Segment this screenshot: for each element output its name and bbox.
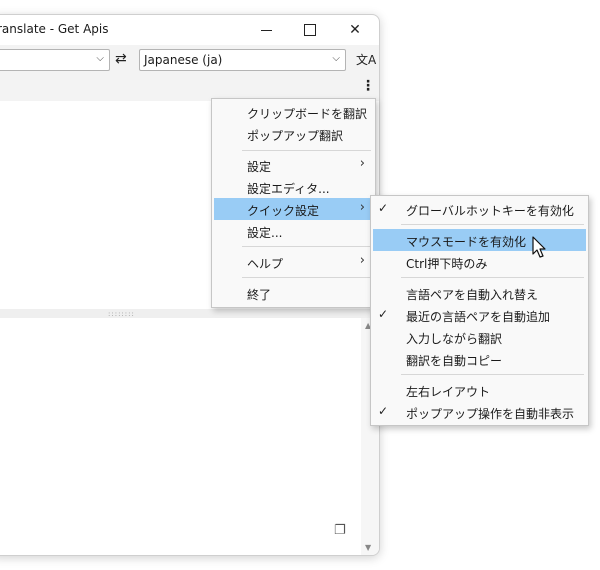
mouse-pointer-icon: [532, 236, 546, 258]
minimize-button[interactable]: [244, 17, 288, 43]
menu-item-exit[interactable]: 終了: [214, 282, 373, 304]
menu-item-mouse-mode[interactable]: マウスモードを有効化: [373, 229, 586, 251]
menu-item-label: 設定...: [247, 226, 283, 240]
translation-text-area[interactable]: [0, 318, 361, 555]
menu-separator: [242, 246, 371, 247]
maximize-button[interactable]: [288, 17, 332, 43]
more-options-icon[interactable]: ⋮: [361, 78, 375, 94]
main-menu: クリップボードを翻訳 ポップアップ翻訳 設定 › 設定エディタ... クイック設…: [211, 98, 376, 308]
check-icon: ✓: [378, 307, 389, 321]
submenu-arrow-icon: ›: [359, 200, 365, 215]
menu-item-label: 終了: [247, 288, 272, 302]
menu-item-settings-editor[interactable]: 設定エディタ...: [214, 176, 373, 198]
menu-item-preferences[interactable]: 設定...: [214, 220, 373, 242]
menu-item-label: ヘルプ: [247, 257, 284, 271]
menu-separator: [401, 374, 584, 375]
menu-item-label: ポップアップ操作を自動非表示: [406, 407, 575, 421]
menu-separator: [401, 277, 584, 278]
menu-item-translate-clipboard[interactable]: クリップボードを翻訳: [214, 101, 373, 123]
menu-item-auto-add-recent-pair[interactable]: ✓ 最近の言語ペアを自動追加: [373, 304, 586, 326]
swap-languages-icon[interactable]: ⇄: [115, 51, 127, 67]
menu-item-label: 翻訳を自動コピー: [406, 354, 503, 368]
menu-item-label: クリップボードを翻訳: [247, 107, 368, 121]
source-language-select[interactable]: ⌵: [0, 49, 110, 71]
menu-item-label: 左右レイアウト: [406, 385, 491, 399]
title-bar[interactable]: ranslate - Get Apis ✕: [0, 15, 379, 45]
close-button[interactable]: ✕: [333, 17, 377, 43]
quick-settings-menu: ✓ グローバルホットキーを有効化 マウスモードを有効化 Ctrl押下時のみ 言語…: [370, 195, 589, 426]
menu-item-label: 入力しながら翻訳: [406, 332, 503, 346]
menu-item-auto-copy[interactable]: 翻訳を自動コピー: [373, 348, 586, 370]
menu-item-settings[interactable]: 設定 ›: [214, 154, 373, 176]
menu-item-label: クイック設定: [247, 204, 320, 218]
check-icon: ✓: [378, 404, 389, 418]
target-language-select[interactable]: Japanese (ja) ⌵: [139, 49, 346, 71]
menu-item-auto-swap-pair[interactable]: 言語ペアを自動入れ替え: [373, 282, 586, 304]
menu-item-label: 最近の言語ペアを自動追加: [406, 310, 551, 324]
maximize-icon: [304, 24, 316, 36]
pane-splitter[interactable]: ::::::::: [0, 309, 379, 318]
menu-item-help[interactable]: ヘルプ ›: [214, 251, 373, 273]
menu-separator: [242, 277, 371, 278]
menu-separator: [401, 224, 584, 225]
menu-item-side-by-side-layout[interactable]: 左右レイアウト: [373, 379, 586, 401]
menu-item-label: ポップアップ翻訳: [247, 129, 344, 143]
minimize-icon: [260, 29, 272, 31]
copy-icon[interactable]: ❐: [334, 523, 346, 538]
submenu-arrow-icon: ›: [359, 253, 365, 268]
menu-item-translate-while-typing[interactable]: 入力しながら翻訳: [373, 326, 586, 348]
menu-item-label: Ctrl押下時のみ: [406, 257, 488, 271]
menu-item-auto-hide-popup[interactable]: ✓ ポップアップ操作を自動非表示: [373, 401, 586, 423]
check-icon: ✓: [378, 201, 389, 215]
menu-item-label: 設定: [247, 160, 272, 174]
translate-icon[interactable]: 文A: [356, 51, 376, 68]
chevron-down-icon: ⌵: [332, 53, 340, 64]
toolbar: ⌵ ⇄ Japanese (ja) ⌵ 文A ⋮: [0, 45, 379, 101]
grip-icon: ::::::::: [108, 310, 135, 318]
target-language-value: Japanese (ja): [144, 53, 223, 67]
menu-item-label: 設定エディタ...: [247, 182, 330, 196]
submenu-arrow-icon: ›: [359, 156, 365, 171]
window-title: ranslate - Get Apis: [0, 22, 109, 36]
chevron-down-icon: ⌵: [96, 53, 104, 64]
menu-item-global-hotkey[interactable]: ✓ グローバルホットキーを有効化: [373, 198, 586, 220]
menu-item-label: グローバルホットキーを有効化: [406, 204, 574, 218]
menu-item-label: マウスモードを有効化: [406, 235, 527, 249]
scroll-down-icon[interactable]: ▼: [365, 543, 371, 552]
menu-item-label: 言語ペアを自動入れ替え: [406, 288, 539, 302]
menu-item-popup-translate[interactable]: ポップアップ翻訳: [214, 123, 373, 145]
menu-item-ctrl-only[interactable]: Ctrl押下時のみ: [373, 251, 586, 273]
menu-item-quick-settings[interactable]: クイック設定 ›: [214, 198, 373, 220]
close-icon: ✕: [349, 22, 361, 38]
menu-separator: [242, 150, 371, 151]
